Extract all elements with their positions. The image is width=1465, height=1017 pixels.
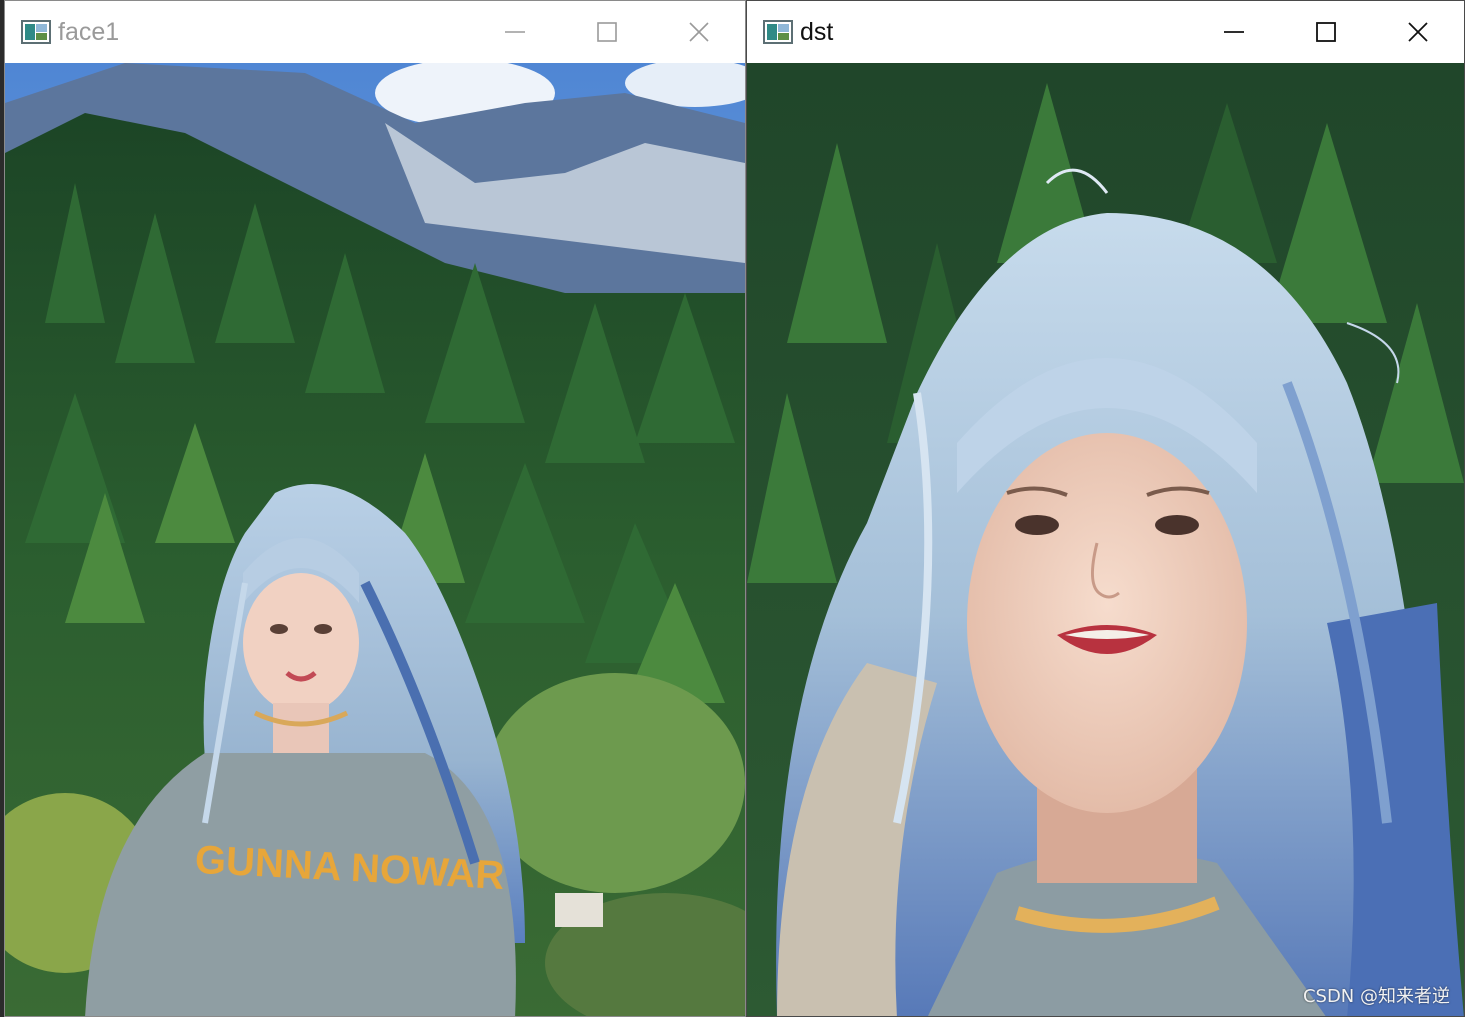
close-icon bbox=[1408, 22, 1428, 42]
image-viewport: GUNNA NOWAR bbox=[5, 63, 745, 1016]
watermark: CSDN @知来者逆 bbox=[1302, 986, 1450, 1007]
window-title: face1 bbox=[58, 17, 120, 46]
cropped-face-photo bbox=[747, 63, 1464, 1016]
minimize-icon bbox=[505, 31, 525, 33]
source-photo: GUNNA NOWAR bbox=[5, 63, 745, 1016]
window-dst[interactable]: dst CSDN @知来者逆 bbox=[746, 0, 1465, 1017]
window-title: dst bbox=[800, 17, 834, 46]
window-controls bbox=[1188, 1, 1464, 63]
app-icon bbox=[21, 20, 51, 44]
title-bar[interactable]: dst bbox=[747, 1, 1464, 63]
close-icon bbox=[689, 22, 709, 42]
image-viewport: CSDN @知来者逆 bbox=[747, 63, 1464, 1016]
title-bar[interactable]: face1 bbox=[5, 1, 745, 63]
minimize-button[interactable] bbox=[469, 1, 561, 63]
maximize-icon bbox=[1316, 22, 1336, 42]
window-face1[interactable]: face1 GUNNA NOWAR bbox=[4, 0, 746, 1017]
minimize-icon bbox=[1224, 31, 1244, 33]
maximize-button[interactable] bbox=[561, 1, 653, 63]
maximize-button[interactable] bbox=[1280, 1, 1372, 63]
desktop: face1 GUNNA NOWAR dst CSDN @知来者逆 bbox=[0, 0, 1465, 1017]
window-controls bbox=[469, 1, 745, 63]
close-button[interactable] bbox=[1372, 1, 1464, 63]
minimize-button[interactable] bbox=[1188, 1, 1280, 63]
close-button[interactable] bbox=[653, 1, 745, 63]
app-icon bbox=[763, 20, 793, 44]
maximize-icon bbox=[597, 22, 617, 42]
